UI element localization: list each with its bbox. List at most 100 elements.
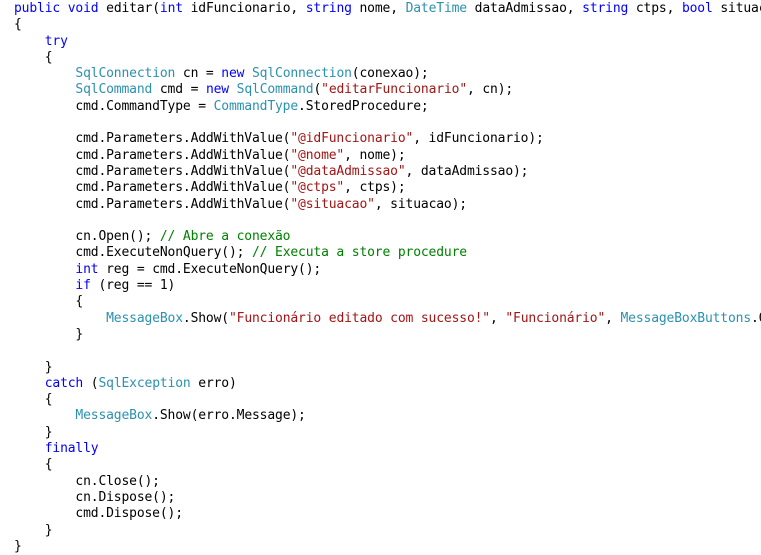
code-token-plain: .Show( — [182, 310, 229, 326]
code-line: if (reg == 1) — [14, 278, 761, 294]
code-token-plain: situacao) — [720, 1, 761, 16]
code-line: cn.Open(); // Abre a conexão — [14, 229, 761, 245]
code-line: cmd.CommandType = CommandType.StoredProc… — [14, 99, 761, 115]
code-token-plain: cn = — [175, 66, 222, 82]
code-token-plain: , — [605, 310, 621, 326]
code-line: } — [14, 523, 761, 539]
code-token-kw: finally — [44, 441, 99, 457]
code-token-com: // Executa a store procedure — [251, 245, 467, 261]
code-token-plain: .Show(erro.Message); — [152, 408, 306, 424]
code-token-kw: new — [221, 66, 245, 82]
code-line: finally — [14, 441, 761, 457]
code-token-type: SqlCommand — [75, 82, 153, 98]
code-line: cmd.ExecuteNonQuery(); // Executa a stor… — [14, 245, 761, 261]
code-token-plain: cmd.Parameters.AddWithValue( — [14, 131, 291, 147]
code-token-type: SqlConnection — [252, 66, 352, 82]
code-token-str: "Funcionário" — [505, 310, 606, 326]
code-line: cmd.Parameters.AddWithValue("@idFunciona… — [14, 131, 761, 147]
code-line: public void editar(int idFuncionario, st… — [14, 1, 761, 17]
code-line: } — [14, 327, 761, 343]
code-token-plain: { — [14, 294, 84, 310]
code-token-plain: dataAdmissao, — [466, 1, 583, 16]
code-token-kw: void — [67, 1, 99, 16]
code-token-plain: erro) — [190, 375, 237, 391]
code-token-kw: new — [205, 82, 229, 98]
code-token-plain: { — [14, 457, 53, 473]
code-token-plain: cmd.Dispose(); — [14, 506, 183, 522]
code-line: cmd.Parameters.AddWithValue("@situacao",… — [14, 197, 761, 213]
code-token-type: SqlException — [98, 375, 191, 391]
code-token-str: "editarFuncionario" — [321, 82, 467, 98]
code-token-plain: ctps, — [628, 1, 682, 16]
code-token-plain: cmd.Parameters.AddWithValue( — [14, 147, 291, 163]
code-token-plain: } — [14, 538, 22, 554]
code-token-str: "@nome" — [290, 147, 345, 163]
code-token-plain: cmd.Parameters.AddWithValue( — [14, 196, 291, 212]
code-token-plain: } — [14, 326, 84, 342]
code-token-plain: { — [14, 49, 53, 65]
code-line: { — [14, 294, 761, 310]
code-token-plain: cn.Open(); — [14, 229, 160, 245]
code-token-plain: , nome); — [344, 147, 406, 163]
code-token-plain: cmd.CommandType = — [14, 98, 214, 114]
code-token-plain: { — [14, 17, 22, 33]
code-token-kw: int — [75, 261, 99, 277]
code-token-kw: string — [582, 1, 629, 16]
code-token-plain: , idFuncionario); — [413, 131, 544, 147]
code-token-str: "@situacao" — [290, 196, 375, 212]
code-line: MessageBox.Show("Funcionário editado com… — [14, 311, 761, 327]
code-token-plain: } — [14, 359, 53, 375]
code-line: SqlConnection cn = new SqlConnection(con… — [14, 66, 761, 82]
code-token-plain: cmd.ExecuteNonQuery(); — [14, 245, 252, 261]
code-line: { — [14, 392, 761, 408]
code-line: cmd.Parameters.AddWithValue("@nome", nom… — [14, 148, 761, 164]
code-token-kw: if — [75, 278, 91, 294]
code-line: catch (SqlException erro) — [14, 376, 761, 392]
code-line: int reg = cmd.ExecuteNonQuery(); — [14, 262, 761, 278]
code-token-plain: cmd = — [152, 82, 206, 98]
code-line: cn.Dispose(); — [14, 490, 761, 506]
code-token-plain: reg = cmd.ExecuteNonQuery(); — [98, 261, 322, 277]
code-token-type: SqlCommand — [236, 82, 314, 98]
code-line: { — [14, 457, 761, 473]
code-token-kw: int — [159, 1, 183, 16]
code-token-plain: { — [14, 392, 53, 408]
code-token-type: DateTime — [405, 1, 468, 16]
code-token-type: MessageBox — [106, 310, 183, 326]
code-token-kw: bool — [681, 1, 713, 16]
code-token-plain: cn.Close(); — [14, 473, 160, 489]
code-line: cmd.Dispose(); — [14, 506, 761, 522]
code-token-plain: cn.Dispose(); — [14, 489, 176, 505]
code-token-type: CommandType — [213, 98, 299, 114]
code-token-kw: public — [14, 1, 61, 16]
code-token-plain: (conexao); — [351, 66, 429, 82]
code-token-plain: cmd.Parameters.AddWithValue( — [14, 163, 291, 179]
code-token-type: MessageBox — [75, 408, 153, 424]
source-code-block[interactable]: public void editar(int idFuncionario, st… — [0, 0, 761, 555]
code-token-com: // Abre a conexão — [159, 229, 291, 245]
code-token-kw: string — [305, 1, 352, 16]
code-token-type: MessageBoxButtons — [620, 310, 752, 326]
code-line: { — [14, 17, 761, 33]
code-line: try — [14, 34, 761, 50]
code-token-plain: .OK); — [751, 310, 761, 326]
code-token-plain: } — [14, 522, 53, 538]
code-token-plain: idFuncionario, — [182, 1, 306, 16]
code-line: } — [14, 425, 761, 441]
code-token-type: SqlConnection — [75, 66, 176, 82]
code-line: cn.Close(); — [14, 474, 761, 490]
code-editor-surface: public void editar(int idFuncionario, st… — [0, 0, 761, 554]
code-line: } — [14, 360, 761, 376]
code-token-plain: , — [489, 310, 506, 326]
